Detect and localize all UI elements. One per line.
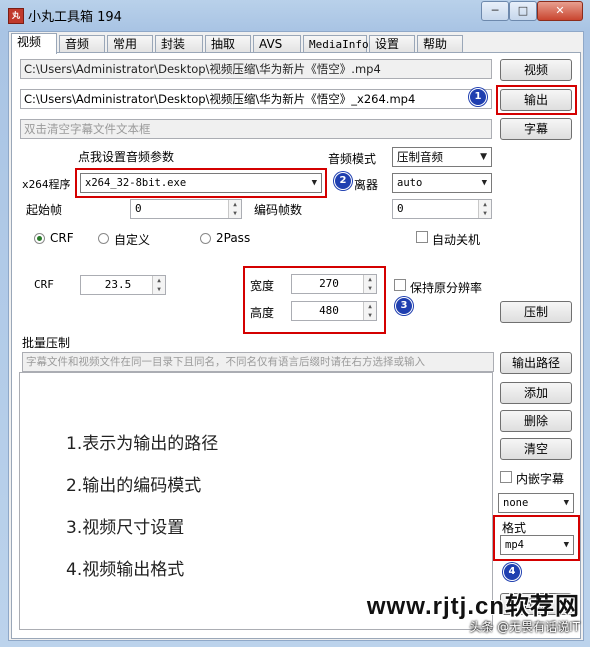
spinner-arrows-icon[interactable]: ▲ ▼ (363, 302, 376, 320)
close-button[interactable]: ✕ (537, 1, 583, 21)
auto-shutdown-checkbox[interactable] (416, 231, 428, 243)
chevron-down-icon: ▼ (481, 178, 487, 188)
tab-mux[interactable]: 封装 (155, 35, 203, 52)
chevron-down-icon: ▼ (563, 540, 569, 550)
app-icon: 丸 (8, 8, 24, 24)
audio-params-link[interactable]: 点我设置音频参数 (78, 148, 174, 165)
add-button[interactable]: 添加 (500, 382, 572, 404)
credit-watermark: 头条 @无畏有话说IT (469, 620, 580, 634)
client-area: 视频 音频 常用 封装 抽取 AVS MediaInfo 设置 帮助 C:\Us… (8, 31, 584, 641)
chevron-down-icon: ▼ (563, 498, 569, 508)
spinner-arrows-icon[interactable]: ▲ ▼ (228, 200, 241, 218)
radio-custom[interactable] (98, 233, 109, 244)
extra-frames-value: 0 (397, 202, 404, 215)
embed-subtitle-checkbox[interactable] (500, 471, 512, 483)
highlight-box-x264 (75, 168, 327, 198)
window-title: 小丸工具箱 194 (28, 10, 122, 25)
start-frame-spinner[interactable]: 0 ▲ ▼ (130, 199, 242, 219)
highlight-box-output (496, 85, 577, 115)
spinner-arrows-icon[interactable]: ▲ ▼ (152, 276, 165, 294)
badge-1: 1 (469, 88, 487, 106)
video-path-field[interactable]: C:\Users\Administrator\Desktop\视频压缩\华为新片… (20, 59, 492, 79)
crf-value: 23.5 (104, 278, 132, 291)
format-value: mp4 (505, 539, 524, 551)
note-3: 3.视频尺寸设置 (66, 518, 185, 538)
radio-2pass[interactable] (200, 233, 211, 244)
subtitle-lang-value: none (503, 497, 529, 509)
height-spinner[interactable]: 480 ▲ ▼ (291, 301, 377, 321)
note-4: 4.视频输出格式 (66, 560, 185, 580)
tab-help[interactable]: 帮助 (417, 35, 463, 52)
radio-crf[interactable] (34, 233, 45, 244)
radio-crf-label: CRF (50, 231, 74, 245)
crf-label: CRF (34, 278, 54, 291)
badge-4: 4 (503, 563, 521, 581)
batch-label: 批量压制 (22, 336, 71, 350)
delete-button[interactable]: 删除 (500, 410, 572, 432)
start-frame-label: 起始帧 (26, 203, 63, 217)
spinner-arrows-icon[interactable]: ▲ ▼ (363, 275, 376, 293)
badge-3: 3 (395, 297, 413, 315)
format-label: 格式 (502, 521, 527, 535)
subtitle-field[interactable]: 双击清空字幕文件文本框 (20, 119, 492, 139)
tab-settings[interactable]: 设置 (369, 35, 415, 52)
width-value: 270 (319, 277, 339, 290)
encode-frames-label: 编码帧数 (254, 203, 303, 217)
subtitle-button[interactable]: 字幕 (500, 118, 572, 140)
video-button[interactable]: 视频 (500, 59, 572, 81)
app-window: 丸 小丸工具箱 194 ─ □ ✕ 视频 音频 常用 封装 抽取 AVS Med… (0, 0, 590, 647)
clear-button[interactable]: 清空 (500, 438, 572, 460)
start-frame-value: 0 (135, 202, 142, 215)
site-watermark: www.rjtj.cn软荐网 (366, 593, 580, 620)
tab-avs[interactable]: AVS (253, 35, 301, 52)
keep-resolution-checkbox[interactable] (394, 279, 406, 291)
extra-frames-spinner[interactable]: 0 ▲ ▼ (392, 199, 492, 219)
demuxer-select[interactable]: auto ▼ (392, 173, 492, 193)
note-1: 1.表示为输出的路径 (66, 434, 219, 454)
tab-common[interactable]: 常用 (107, 35, 153, 52)
chevron-down-icon: ▼ (480, 152, 487, 162)
batch-hint-field[interactable]: 字幕文件和视频文件在同一目录下且同名，不同名仅有语言后缀时请在右方选择或输入 (22, 352, 494, 372)
height-value: 480 (319, 304, 339, 317)
radio-2pass-label: 2Pass (216, 231, 251, 245)
spinner-arrows-icon[interactable]: ▲ ▼ (478, 200, 491, 218)
minimize-button[interactable]: ─ (481, 1, 509, 21)
embed-subtitle-label: 内嵌字幕 (516, 472, 565, 486)
output-path-button[interactable]: 输出路径 (500, 352, 572, 374)
x264-program-label: x264程序 (22, 178, 71, 191)
audio-mode-label: 音频模式 (328, 152, 377, 166)
title-bar[interactable]: 丸 小丸工具箱 194 ─ □ ✕ (0, 0, 590, 30)
badge-2: 2 (334, 172, 352, 190)
maximize-button[interactable]: □ (509, 1, 537, 21)
radio-custom-label: 自定义 (114, 233, 151, 247)
format-select[interactable]: mp4 ▼ (500, 535, 574, 555)
keep-resolution-label: 保持原分辨率 (410, 281, 483, 295)
tab-mediainfo[interactable]: MediaInfo (303, 35, 369, 52)
width-spinner[interactable]: 270 ▲ ▼ (291, 274, 377, 294)
height-label: 高度 (250, 306, 275, 320)
demuxer-label: 离器 (354, 178, 379, 192)
compress-button[interactable]: 压制 (500, 301, 572, 323)
audio-mode-select[interactable]: 压制音频 ▼ (392, 147, 492, 167)
tab-extract[interactable]: 抽取 (205, 35, 251, 52)
auto-shutdown-label: 自动关机 (432, 233, 481, 247)
subtitle-lang-select[interactable]: none ▼ (498, 493, 574, 513)
tab-audio[interactable]: 音频 (59, 35, 105, 52)
demuxer-value: auto (397, 177, 423, 189)
crf-spinner[interactable]: 23.5 ▲ ▼ (80, 275, 166, 295)
tab-video[interactable]: 视频 (11, 33, 57, 54)
note-2: 2.输出的编码模式 (66, 476, 202, 496)
width-label: 宽度 (250, 279, 275, 293)
audio-mode-value: 压制音频 (397, 150, 443, 164)
output-path-field[interactable]: C:\Users\Administrator\Desktop\视频压缩\华为新片… (20, 89, 492, 109)
